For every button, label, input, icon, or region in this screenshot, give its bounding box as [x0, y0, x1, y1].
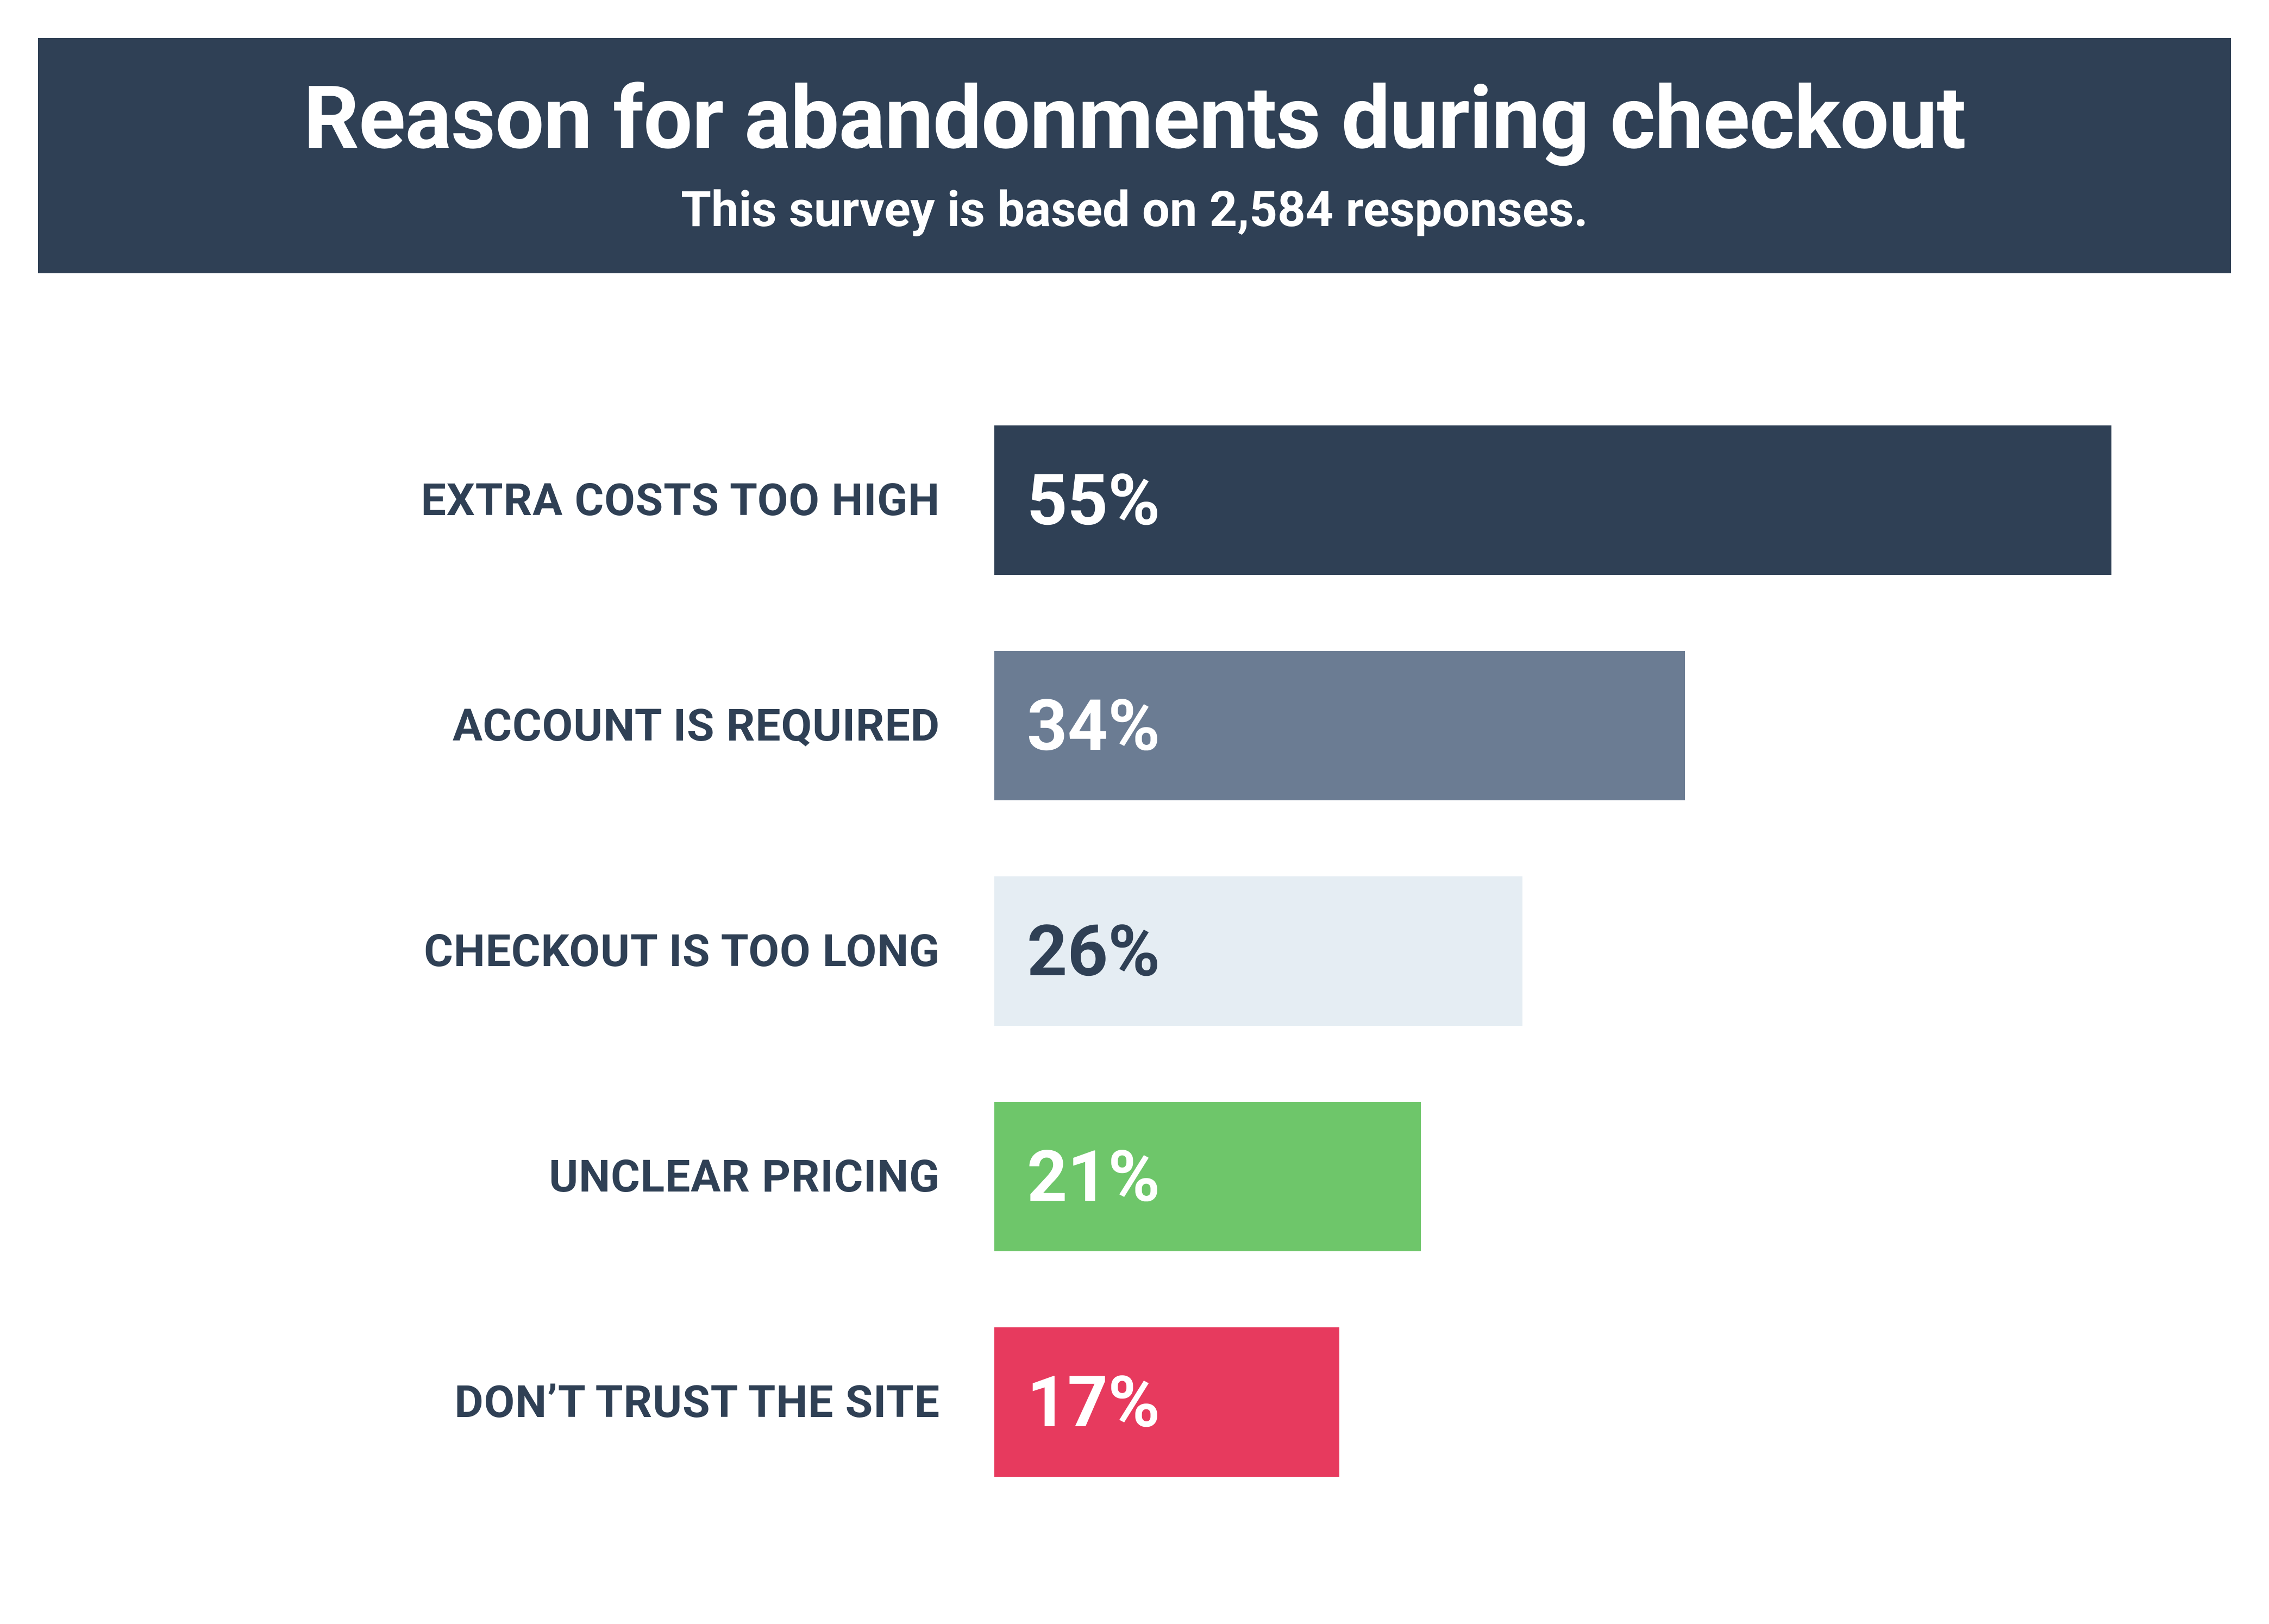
bar-track: 21% [994, 1102, 2111, 1251]
bar-value-label: 26% [1027, 910, 1160, 993]
bar-track: 34% [994, 651, 2111, 800]
bar: 34% [994, 651, 1685, 800]
category-label: CHECKOUT IS TOO LONG [60, 925, 994, 977]
bar: 55% [994, 425, 2111, 575]
category-label: DON’T TRUST THE SITE [60, 1376, 994, 1428]
category-label: UNCLEAR PRICING [60, 1151, 994, 1203]
chart-subtitle: This survey is based on 2,584 responses. [60, 181, 2209, 238]
bar-row: ACCOUNT IS REQUIRED 34% [60, 651, 2111, 800]
bar-value-label: 17% [1027, 1360, 1160, 1444]
bar-track: 55% [994, 425, 2111, 575]
bar-row: EXTRA COSTS TOO HIGH 55% [60, 425, 2111, 575]
bar-value-label: 34% [1027, 684, 1160, 767]
bar-row: DON’T TRUST THE SITE 17% [60, 1327, 2111, 1477]
chart-title: Reason for abandonments during checkout [60, 73, 2209, 165]
category-label: EXTRA COSTS TOO HIGH [60, 474, 994, 526]
bar-track: 26% [994, 876, 2111, 1026]
bar: 21% [994, 1102, 1421, 1251]
chart-header: Reason for abandonments during checkout … [38, 38, 2231, 273]
bar: 17% [994, 1327, 1339, 1477]
bar-track: 17% [994, 1327, 2111, 1477]
bar-row: CHECKOUT IS TOO LONG 26% [60, 876, 2111, 1026]
bar: 26% [994, 876, 1522, 1026]
bar-value-label: 55% [1027, 459, 1160, 542]
bar-value-label: 21% [1027, 1135, 1160, 1218]
category-label: ACCOUNT IS REQUIRED [60, 700, 994, 752]
bar-row: UNCLEAR PRICING 21% [60, 1102, 2111, 1251]
bar-chart: EXTRA COSTS TOO HIGH 55% ACCOUNT IS REQU… [38, 425, 2231, 1477]
